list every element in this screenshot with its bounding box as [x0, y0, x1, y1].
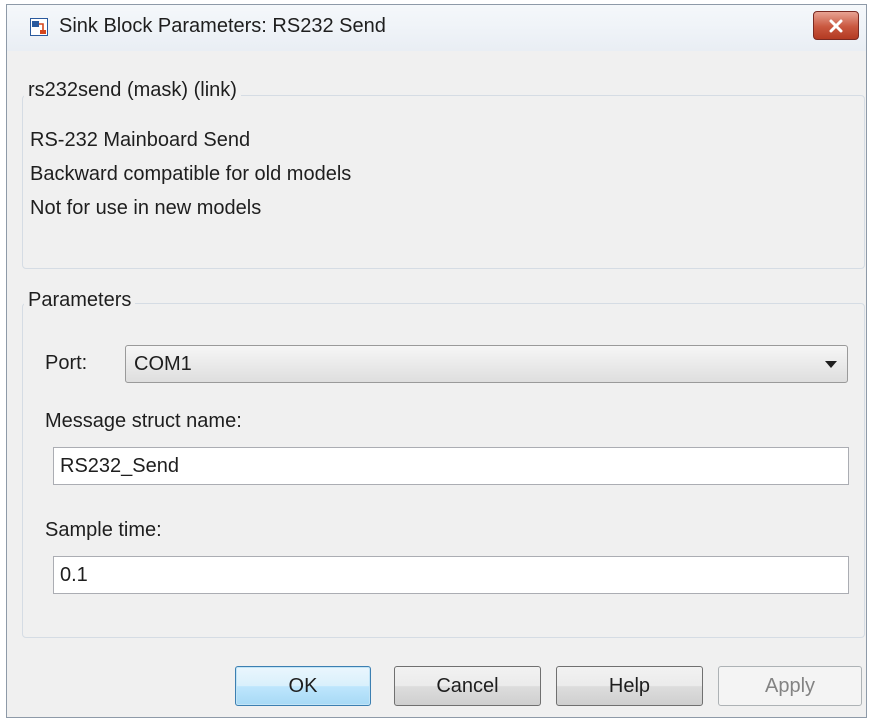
chevron-down-icon [825, 361, 837, 368]
apply-button[interactable]: Apply [718, 666, 862, 706]
port-label: Port: [45, 352, 88, 374]
description-line: Not for use in new models [30, 197, 262, 219]
sample-time-label: Sample time: [45, 519, 162, 541]
cancel-button[interactable]: Cancel [394, 666, 541, 706]
port-select[interactable]: COM1 [125, 345, 848, 383]
description-line: Backward compatible for old models [30, 163, 352, 185]
sample-time-input[interactable]: 0.1 [53, 556, 849, 594]
message-struct-label: Message struct name: [45, 410, 242, 432]
dialog-window: Sink Block Parameters: RS232 Send rs232s… [6, 4, 867, 718]
title-bar[interactable]: Sink Block Parameters: RS232 Send [7, 5, 866, 51]
ok-button[interactable]: OK [235, 666, 371, 706]
description-line: RS-232 Mainboard Send [30, 129, 251, 151]
window-title: Sink Block Parameters: RS232 Send [59, 15, 386, 37]
message-struct-input[interactable]: RS232_Send [53, 447, 849, 485]
close-icon [829, 19, 843, 32]
simulink-block-icon [30, 18, 48, 36]
port-select-value: COM1 [134, 353, 192, 375]
parameters-legend: Parameters [24, 289, 136, 312]
help-button[interactable]: Help [556, 666, 703, 706]
description-legend: rs232send (mask) (link) [24, 79, 241, 102]
close-button[interactable] [813, 11, 859, 40]
